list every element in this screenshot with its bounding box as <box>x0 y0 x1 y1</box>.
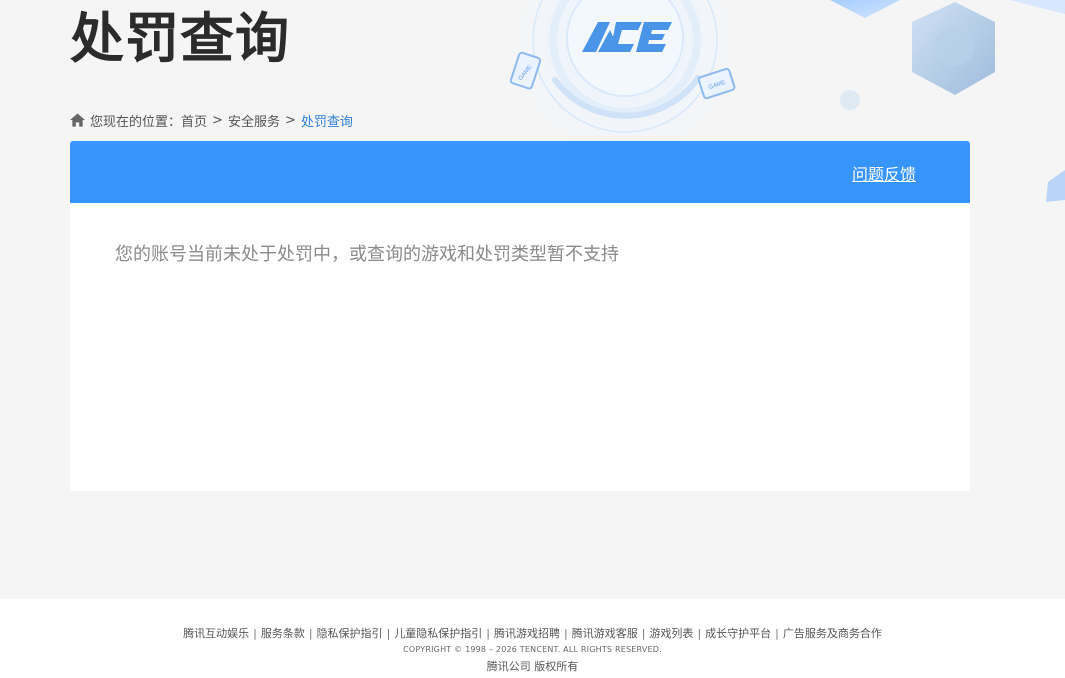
svg-text:GAME: GAME <box>518 64 534 82</box>
breadcrumb-separator: > <box>212 112 223 128</box>
footer-link-ied[interactable]: 腾讯互动娱乐 <box>183 627 249 640</box>
footer-links: 腾讯互动娱乐 | 服务条款 | 隐私保护指引 | 儿童隐私保护指引 | 腾讯游戏招聘 | 腾讯游戏客… <box>0 627 1065 641</box>
footer-link-growth-guard[interactable]: 成长守护平台 <box>705 627 771 640</box>
breadcrumb-current: 处罚查询 <box>300 114 353 130</box>
breadcrumb-home-link[interactable]: 首页 <box>181 111 207 130</box>
footer-link-privacy[interactable]: 隐私保护指引 <box>317 627 383 640</box>
footer-link-business[interactable]: 广告服务及商务合作 <box>783 627 882 640</box>
footer-copyright: COPYRIGHT © 1998 – 2026 TENCENT. ALL RIG… <box>403 645 662 654</box>
footer-divider: | <box>697 627 702 640</box>
footer-link-game-list[interactable]: 游戏列表 <box>649 627 693 640</box>
footer-divider: | <box>641 627 646 640</box>
footer-divider: | <box>253 627 257 640</box>
footer-divider: | <box>486 627 490 640</box>
breadcrumb-separator: > <box>284 112 296 128</box>
footer-divider: | <box>775 627 779 640</box>
breadcrumb-security-link[interactable]: 安全服务 <box>228 111 280 130</box>
footer-divider: | <box>564 627 568 640</box>
ace-logo <box>582 22 672 52</box>
result-message: 您的账号当前未处于处罚中，或查询的游戏和处罚类型暂不支持 <box>115 244 619 265</box>
footer-link-terms[interactable]: 服务条款 <box>261 627 305 640</box>
svg-text:GAME: GAME <box>708 80 727 91</box>
footer-link-support[interactable]: 腾讯游戏客服 <box>572 627 638 640</box>
page: GAME GAME 处罚查询 您现在的位置： 首页 > 安全服务 > 处罚查询 … <box>0 0 1065 678</box>
footer: 腾讯互动娱乐 | 服务条款 | 隐私保护指引 | 儿童隐私保护指引 | 腾讯游戏招聘 | 腾讯游戏客… <box>0 599 1065 678</box>
breadcrumb-prefix: 您现在的位置： <box>90 114 182 130</box>
footer-link-child-privacy[interactable]: 儿童隐私保护指引 <box>394 627 482 640</box>
result-panel: 问题反馈 您的账号当前未处于处罚中，或查询的游戏和处罚类型暂不支持 <box>70 141 970 491</box>
footer-link-jobs[interactable]: 腾讯游戏招聘 <box>494 627 560 640</box>
panel-header: 问题反馈 <box>70 141 970 203</box>
page-title: 处罚查询 <box>70 7 290 70</box>
feedback-link[interactable]: 问题反馈 <box>852 161 916 185</box>
home-icon <box>70 113 85 127</box>
footer-divider: | <box>386 627 391 640</box>
footer-divider: | <box>308 627 313 640</box>
footer-owner: 腾讯公司 版权所有 <box>486 660 579 673</box>
breadcrumb: 您现在的位置： 首页 > 安全服务 > 处罚查询 <box>70 111 353 130</box>
